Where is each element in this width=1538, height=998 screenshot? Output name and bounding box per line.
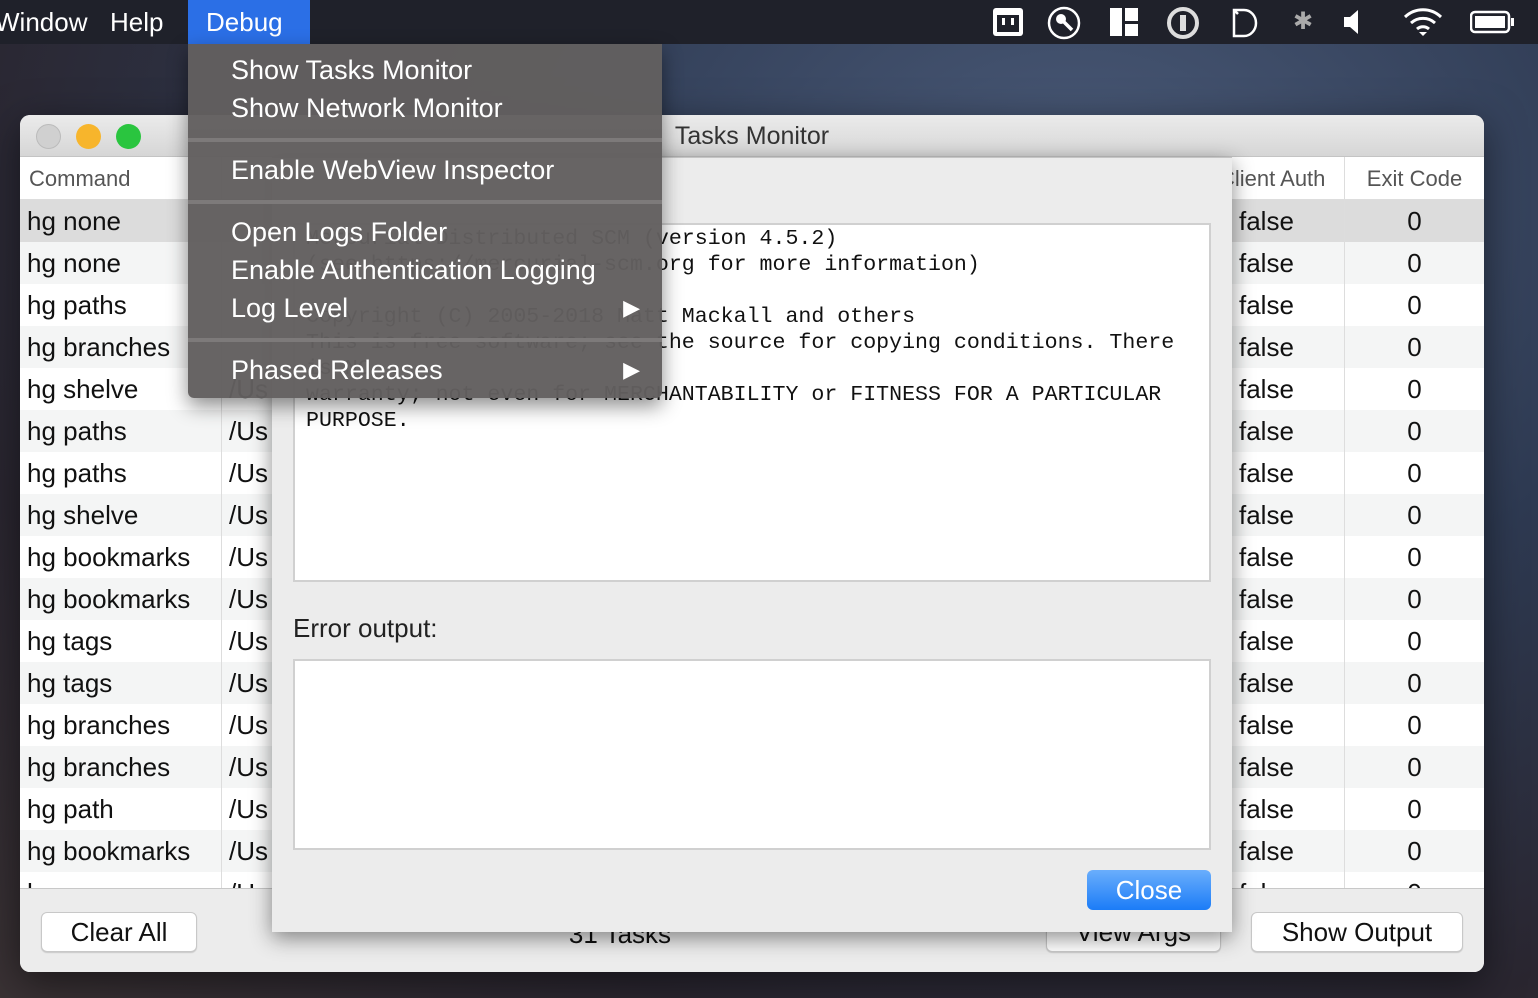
menu-item-label: Phased Releases — [231, 355, 443, 385]
clear-all-button[interactable]: Clear All — [41, 912, 197, 952]
cell-command: hg tags — [20, 620, 222, 662]
layout-icon[interactable] — [1110, 6, 1140, 38]
cell-command: hg shelve — [20, 494, 222, 536]
cell-client-auth: false — [1232, 872, 1345, 888]
cell-client-auth: false — [1232, 410, 1345, 452]
menu-separator — [188, 200, 662, 204]
wifi-icon[interactable] — [1402, 6, 1444, 38]
cell-exit-code: 0 — [1407, 542, 1422, 572]
cell-client-auth: false — [1232, 536, 1345, 578]
menu-item-log-level[interactable]: Log Level ▶ — [188, 289, 662, 327]
volume-icon[interactable] — [1342, 6, 1364, 38]
cell-exit-code: 0 — [1407, 206, 1422, 236]
error-output-label: Error output: — [293, 613, 438, 643]
cell-exit-code: 0 — [1407, 710, 1422, 740]
cell-exit-code: 0 — [1407, 668, 1422, 698]
cell-command: hg branches — [20, 704, 222, 746]
menu-item-enable-webview-inspector[interactable]: Enable WebView Inspector — [188, 151, 662, 189]
error-output-box[interactable] — [293, 659, 1211, 850]
cell-exit-code: 0 — [1407, 332, 1422, 362]
password-icon[interactable] — [1166, 6, 1200, 39]
cell-exit-code: 0 — [1407, 290, 1422, 320]
cell-command: hg — [20, 872, 222, 888]
cell-exit-code: 0 — [1407, 794, 1422, 824]
key-icon[interactable] — [1046, 6, 1082, 40]
menu-item-label: Enable WebView Inspector — [231, 155, 555, 185]
cell-client-auth: false — [1232, 452, 1345, 494]
cell-exit-code: 0 — [1407, 500, 1422, 530]
cell-command: hg tags — [20, 662, 222, 704]
cell-client-auth: false — [1232, 242, 1345, 284]
cell-client-auth: false — [1232, 620, 1345, 662]
menu-item-label: Log Level — [231, 293, 349, 323]
cell-exit-code: 0 — [1407, 836, 1422, 866]
cell-client-auth: false — [1232, 578, 1345, 620]
cell-command: hg path — [20, 788, 222, 830]
menu-item-phased-releases[interactable]: Phased Releases ▶ — [188, 351, 662, 389]
menu-item-label: Open Logs Folder — [231, 217, 448, 247]
submenu-arrow-icon: ▶ — [623, 295, 640, 320]
submenu-arrow-icon: ▶ — [623, 357, 640, 382]
cell-exit-code: 0 — [1407, 374, 1422, 404]
menu-item-show-network-monitor[interactable]: Show Network Monitor — [188, 89, 662, 127]
menu-item-label: Enable Authentication Logging — [231, 255, 596, 285]
cell-client-auth: false — [1232, 494, 1345, 536]
d-app-icon[interactable] — [1230, 6, 1260, 38]
show-output-button[interactable]: Show Output — [1251, 912, 1463, 952]
menu-window-label: Window — [0, 7, 88, 37]
cell-exit-code: 0 — [1407, 416, 1422, 446]
menu-item-label: Show Tasks Monitor — [231, 55, 473, 85]
battery-icon[interactable] — [1469, 6, 1516, 38]
column-header-exit-code[interactable]: Exit Code — [1345, 157, 1484, 200]
menu-item-enable-authentication-logging[interactable]: Enable Authentication Logging — [188, 251, 662, 289]
cell-client-auth: false — [1232, 704, 1345, 746]
debug-menu: Show Tasks Monitor Show Network Monitor … — [188, 44, 662, 398]
menu-item-show-tasks-monitor[interactable]: Show Tasks Monitor — [188, 51, 662, 89]
cell-client-auth: false — [1232, 326, 1345, 368]
cell-exit-code: 0 — [1345, 872, 1484, 888]
cell-client-auth: false — [1232, 284, 1345, 326]
menu-help[interactable]: Help — [92, 0, 181, 44]
cell-client-auth: false — [1232, 788, 1345, 830]
cell-command: hg bookmarks — [20, 830, 222, 872]
menu-window[interactable]: Window — [0, 0, 105, 44]
cell-command: hg paths — [20, 452, 222, 494]
cell-client-auth: false — [1232, 746, 1345, 788]
bluetooth-icon[interactable]: ✱ — [1290, 6, 1316, 38]
menu-separator — [188, 338, 662, 342]
cell-exit-code: 0 — [1407, 626, 1422, 656]
menu-bar: Window Help Debug ✱ — [0, 0, 1538, 44]
cell-exit-code: 0 — [1407, 584, 1422, 614]
cell-command: hg bookmarks — [20, 578, 222, 620]
cell-client-auth: false — [1232, 662, 1345, 704]
close-button[interactable]: Close — [1087, 870, 1211, 910]
menu-debug[interactable]: Debug — [188, 0, 310, 44]
cell-client-auth: false — [1232, 200, 1345, 242]
cell-client-auth: false — [1232, 368, 1345, 410]
cell-exit-code: 0 — [1407, 752, 1422, 782]
calendar-icon[interactable] — [992, 6, 1024, 38]
cell-client-auth: false — [1232, 830, 1345, 872]
cell-exit-code: 0 — [1407, 248, 1422, 278]
cell-exit-code: 0 — [1407, 458, 1422, 488]
menu-item-label: Show Network Monitor — [231, 93, 503, 123]
cell-command: hg paths — [20, 410, 222, 452]
menu-separator — [188, 138, 662, 142]
menu-item-open-logs-folder[interactable]: Open Logs Folder — [188, 213, 662, 251]
cell-command: hg branches — [20, 746, 222, 788]
cell-command: hg bookmarks — [20, 536, 222, 578]
